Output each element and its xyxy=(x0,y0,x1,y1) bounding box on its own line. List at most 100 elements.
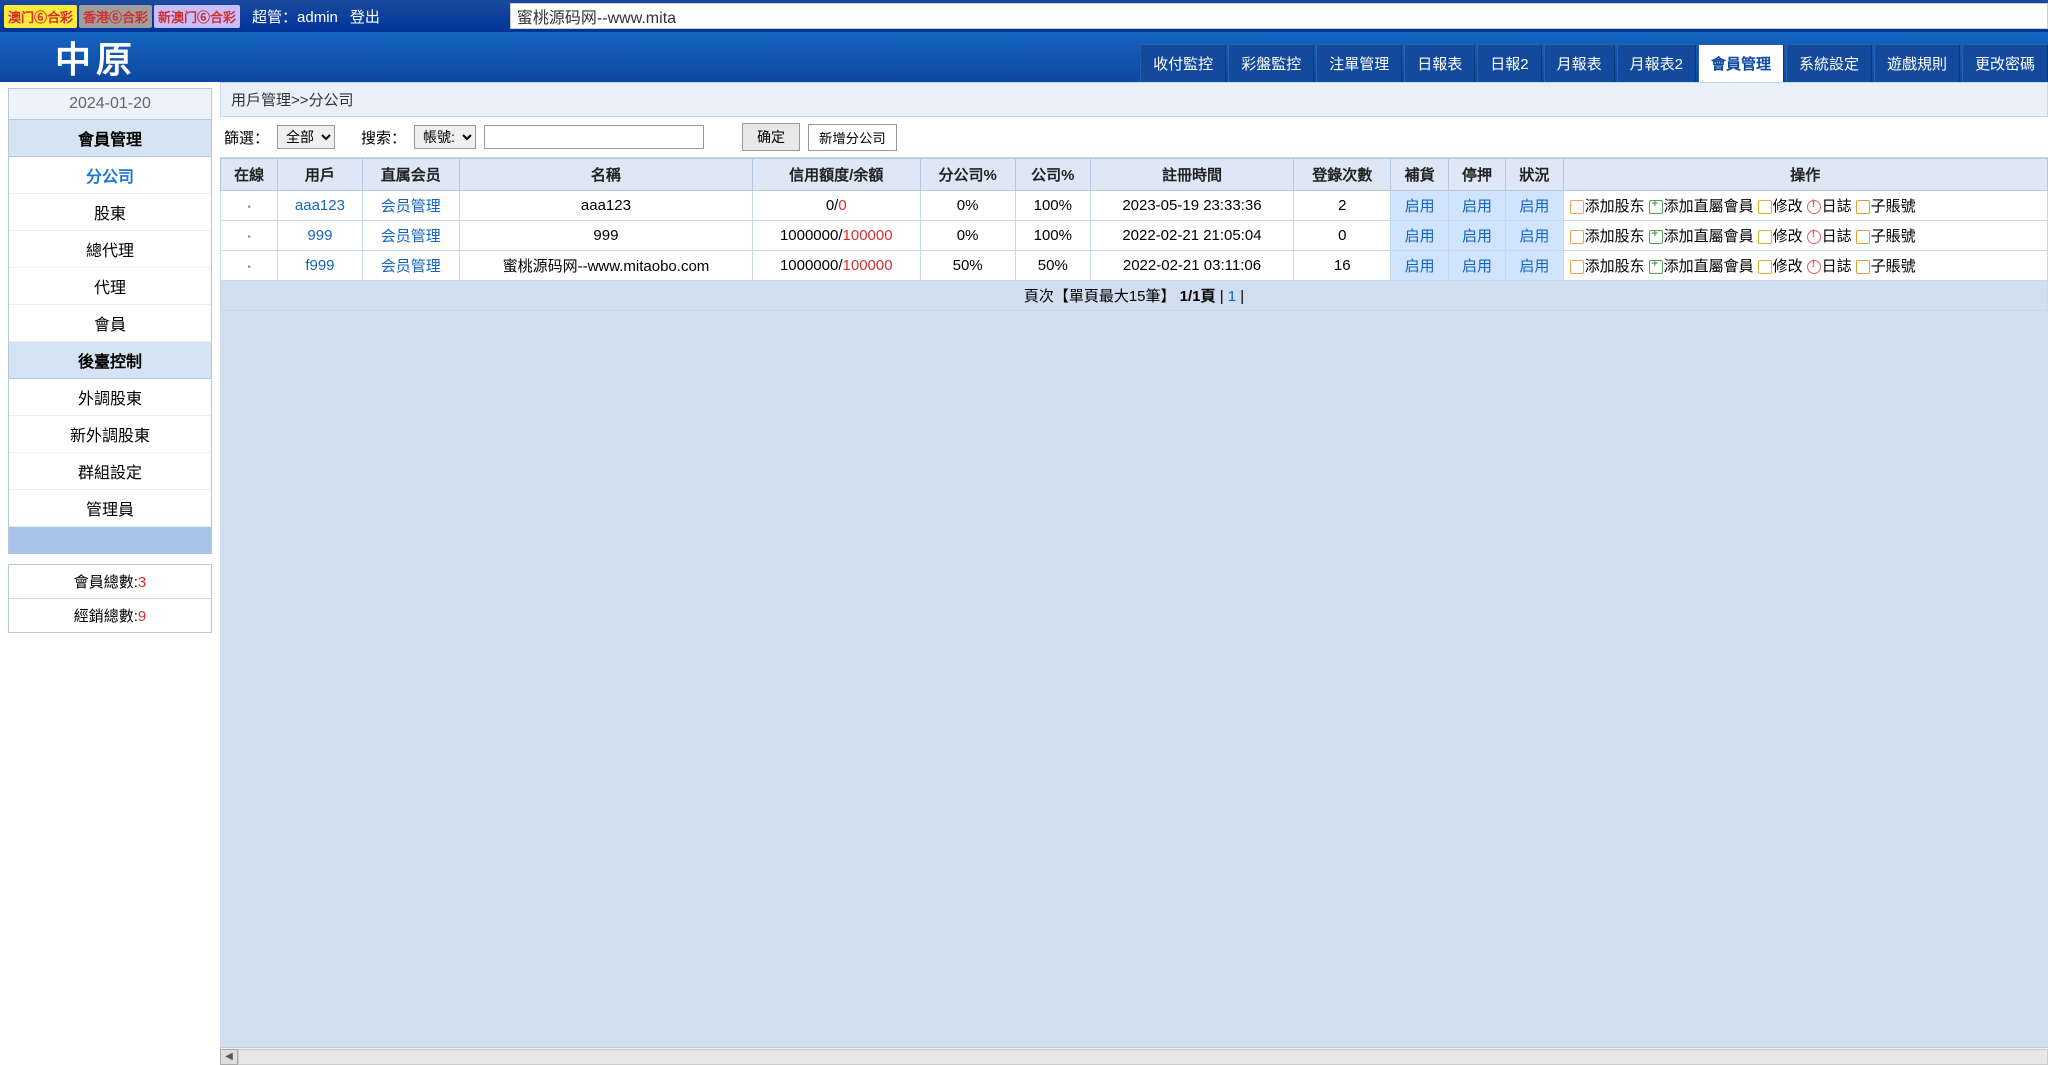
sidebar-member-item-1[interactable]: 股東 xyxy=(9,194,211,231)
sidebar-backend-header: 後臺控制 xyxy=(9,342,211,379)
nav-tab-9[interactable]: 遊戲規則 xyxy=(1874,44,1960,82)
lottery-tag-newmacau[interactable]: 新澳门⑥合彩 xyxy=(154,5,240,28)
pager-page-1[interactable]: 1 xyxy=(1228,288,1236,305)
buhuo-toggle[interactable]: 启用 xyxy=(1405,258,1435,275)
table-row: •aaa123会员管理aaa1230/00%100%2023-05-19 23:… xyxy=(221,191,2048,221)
sidebar-blank xyxy=(9,527,211,553)
col-header-11: 狀況 xyxy=(1506,159,1563,191)
op-sub-account[interactable]: 子賬號 xyxy=(1856,198,1916,215)
table-row: •f999会员管理蜜桃源码网--www.mitaobo.com1000000/1… xyxy=(221,251,2048,281)
navbar: 中原 收付監控彩盤監控注單管理日報表日報2月報表月報表2會員管理系統設定遊戲規則… xyxy=(0,32,2048,82)
branch-pct: 0% xyxy=(920,191,1015,221)
pager-prefix: 頁次【單頁最大15筆】 xyxy=(1024,288,1180,305)
op-add-shareholder[interactable]: 添加股东 xyxy=(1570,228,1645,245)
op-add-direct[interactable]: 添加直屬會員 xyxy=(1649,198,1754,215)
op-edit[interactable]: 修改 xyxy=(1758,258,1803,275)
login-count: 0 xyxy=(1294,221,1391,251)
filter-select[interactable]: 全部 xyxy=(277,125,335,149)
tingya-toggle[interactable]: 启用 xyxy=(1462,228,1492,245)
total-members-value: 3 xyxy=(138,574,146,591)
op-sub-account[interactable]: 子賬號 xyxy=(1856,258,1916,275)
col-header-10: 停押 xyxy=(1448,159,1505,191)
tingya-toggle[interactable]: 启用 xyxy=(1462,258,1492,275)
op-sub-account[interactable]: 子賬號 xyxy=(1856,228,1916,245)
op-add-shareholder[interactable]: 添加股东 xyxy=(1570,258,1645,275)
op-edit[interactable]: 修改 xyxy=(1758,198,1803,215)
sidebar-member-item-4[interactable]: 會員 xyxy=(9,305,211,342)
subaccount-icon xyxy=(1856,200,1870,214)
search-type-select[interactable]: 帳號: xyxy=(414,125,476,149)
data-table: 在線用戶直属会员名稱信用額度/余額分公司%公司%註冊時間登錄次數補貨停押狀況操作… xyxy=(220,158,2048,311)
name-cell: 999 xyxy=(459,221,752,251)
status-toggle[interactable]: 启用 xyxy=(1519,198,1549,215)
sidebar-member-item-2[interactable]: 總代理 xyxy=(9,231,211,268)
add-branch-button[interactable]: 新增分公司 xyxy=(808,124,897,151)
nav-tab-7[interactable]: 會員管理 xyxy=(1698,44,1784,82)
op-edit[interactable]: 修改 xyxy=(1758,228,1803,245)
col-header-1: 用戶 xyxy=(278,159,362,191)
sidebar-date: 2024-01-20 xyxy=(9,89,211,120)
status-toggle[interactable]: 启用 xyxy=(1519,258,1549,275)
op-log[interactable]: 日誌 xyxy=(1807,258,1852,275)
nav-tab-1[interactable]: 彩盤監控 xyxy=(1228,44,1314,82)
sidebar-backend-item-2[interactable]: 群組設定 xyxy=(9,453,211,490)
nav-tab-5[interactable]: 月報表 xyxy=(1544,44,1615,82)
sidebar-member-item-0[interactable]: 分公司 xyxy=(9,157,211,194)
search-input[interactable] xyxy=(484,125,704,149)
ops-cell: 添加股东添加直屬會員修改日誌子賬號 xyxy=(1563,191,2047,221)
horizontal-scrollbar[interactable]: ◀ xyxy=(220,1047,2048,1065)
op-add-shareholder[interactable]: 添加股东 xyxy=(1570,198,1645,215)
branch-pct: 50% xyxy=(920,251,1015,281)
lottery-tag-hk[interactable]: 香港⑥合彩 xyxy=(79,5,152,28)
col-header-0: 在線 xyxy=(221,159,278,191)
sidebar-totals: 會員總數:3 經銷總數:9 xyxy=(8,564,212,633)
direct-member-link[interactable]: 会员管理 xyxy=(381,198,441,215)
nav-tab-6[interactable]: 月報表2 xyxy=(1617,44,1696,82)
company-pct: 50% xyxy=(1015,251,1090,281)
edit-icon xyxy=(1758,200,1772,214)
buhuo-toggle[interactable]: 启用 xyxy=(1405,198,1435,215)
op-add-direct[interactable]: 添加直屬會員 xyxy=(1649,228,1754,245)
reg-time: 2022-02-21 03:11:06 xyxy=(1090,251,1293,281)
add-icon xyxy=(1649,200,1663,214)
tingya-toggle[interactable]: 启用 xyxy=(1462,198,1492,215)
nav-tab-0[interactable]: 收付監控 xyxy=(1140,44,1226,82)
ops-cell: 添加股东添加直屬會員修改日誌子賬號 xyxy=(1563,221,2047,251)
edit-icon xyxy=(1758,230,1772,244)
lottery-tag-macau[interactable]: 澳门⑥合彩 xyxy=(4,5,77,28)
sidebar: 2024-01-20 會員管理 分公司股東總代理代理會員 後臺控制 外調股東新外… xyxy=(0,82,220,1065)
nav-tab-10[interactable]: 更改密碼 xyxy=(1962,44,2048,82)
sidebar-backend-item-1[interactable]: 新外調股東 xyxy=(9,416,211,453)
op-log[interactable]: 日誌 xyxy=(1807,198,1852,215)
doc-icon xyxy=(1570,260,1584,274)
user-link[interactable]: 999 xyxy=(307,227,332,244)
top-search-input[interactable] xyxy=(510,3,2048,29)
nav-tab-4[interactable]: 日報2 xyxy=(1477,44,1541,82)
sidebar-backend-item-0[interactable]: 外調股東 xyxy=(9,379,211,416)
nav-tab-8[interactable]: 系統設定 xyxy=(1786,44,1872,82)
scroll-track[interactable] xyxy=(238,1049,2048,1065)
nav-tab-3[interactable]: 日報表 xyxy=(1404,44,1475,82)
total-members-label: 會員總數: xyxy=(74,574,138,591)
topbar: 澳门⑥合彩 香港⑥合彩 新澳门⑥合彩 超管：admin 登出 xyxy=(0,0,2048,32)
op-add-direct[interactable]: 添加直屬會員 xyxy=(1649,258,1754,275)
sidebar-backend-item-3[interactable]: 管理員 xyxy=(9,490,211,527)
company-pct: 100% xyxy=(1015,221,1090,251)
sidebar-member-item-3[interactable]: 代理 xyxy=(9,268,211,305)
buhuo-toggle[interactable]: 启用 xyxy=(1405,228,1435,245)
online-dot: • xyxy=(247,262,251,273)
user-link[interactable]: aaa123 xyxy=(295,197,345,214)
op-log[interactable]: 日誌 xyxy=(1807,228,1852,245)
direct-member-link[interactable]: 会员管理 xyxy=(381,228,441,245)
user-link[interactable]: f999 xyxy=(305,257,334,274)
total-dealers-label: 經銷總數: xyxy=(74,608,138,625)
confirm-button[interactable]: 确定 xyxy=(742,123,800,151)
table-row: •999会员管理9991000000/1000000%100%2022-02-2… xyxy=(221,221,2048,251)
col-header-5: 分公司% xyxy=(920,159,1015,191)
scroll-left-arrow[interactable]: ◀ xyxy=(220,1049,238,1065)
logout-link[interactable]: 登出 xyxy=(350,6,380,27)
direct-member-link[interactable]: 会员管理 xyxy=(381,258,441,275)
doc-icon xyxy=(1570,230,1584,244)
nav-tab-2[interactable]: 注單管理 xyxy=(1316,44,1402,82)
status-toggle[interactable]: 启用 xyxy=(1519,228,1549,245)
